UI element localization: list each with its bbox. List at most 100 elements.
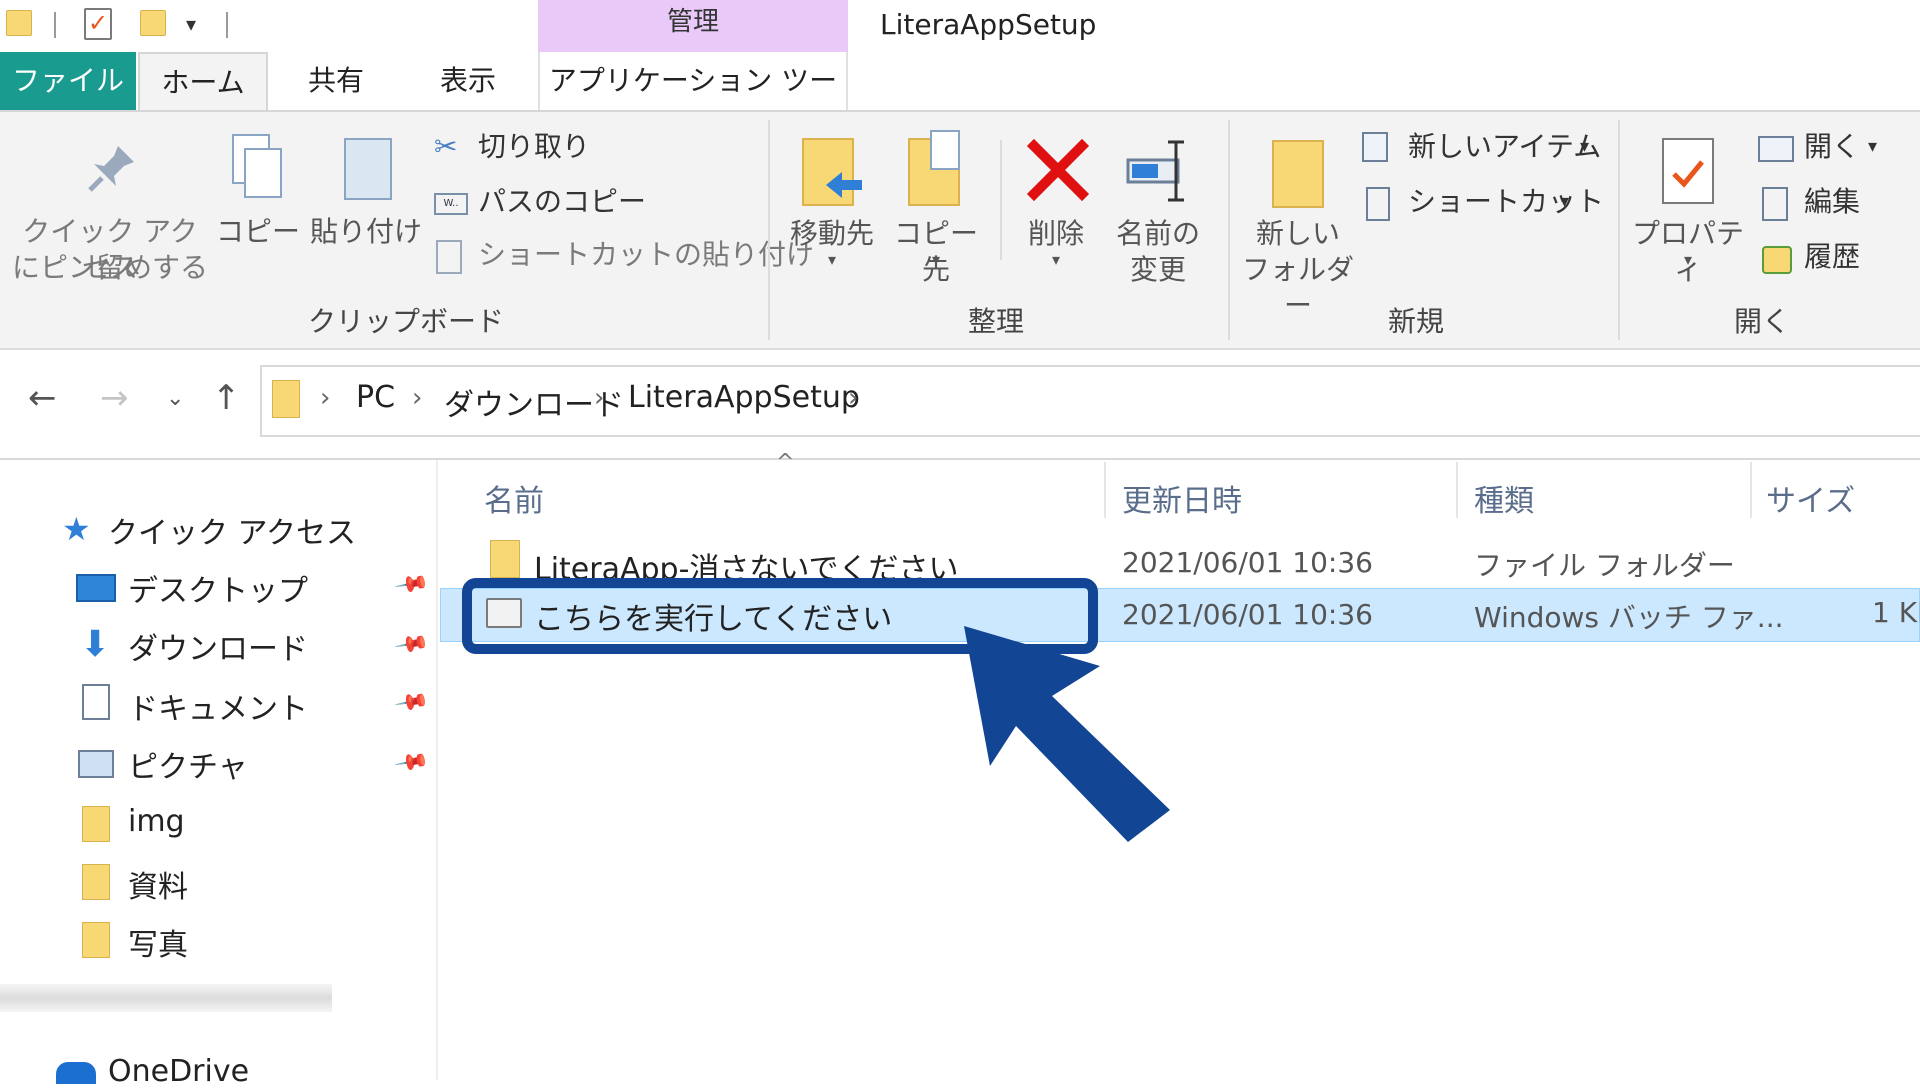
quick-toolbar-divider (226, 12, 228, 38)
tab-home[interactable]: ホーム (138, 52, 268, 110)
copy-path-button[interactable]: W.. パスのコピー (434, 185, 646, 225)
shortcut-dropdown-icon: ▾ (1560, 191, 1570, 212)
rename-icon (1126, 140, 1184, 202)
column-header-type[interactable]: 種類 (1474, 476, 1534, 520)
cut-button[interactable]: ✂ 切り取り (434, 130, 590, 170)
back-arrow-icon[interactable]: ← (28, 378, 57, 418)
history-label: 履歴 (1804, 240, 1861, 273)
edit-icon (1762, 187, 1788, 221)
rename-button[interactable]: 名前の 変更 (1110, 134, 1206, 286)
path-icon: W.. (434, 193, 468, 215)
recent-locations-chevron-icon[interactable]: ⌄ (166, 386, 184, 411)
delete-button[interactable]: 削除 ▾ (1016, 134, 1096, 269)
nav-item-shiryo[interactable]: 資料 (128, 862, 188, 906)
tab-share[interactable]: 共有 (278, 52, 394, 110)
group-divider (768, 120, 770, 340)
pin-label-line2: にピン留めする (11, 251, 208, 284)
copy-label: コピー (215, 215, 300, 248)
edit-label: 編集 (1804, 185, 1861, 218)
quick-toolbar-divider (54, 12, 56, 38)
cut-label: 切り取り (478, 130, 591, 163)
move-to-button[interactable]: 移動先 ▾ (784, 134, 880, 269)
copy-to-doc-icon (930, 130, 960, 170)
breadcrumb-chevron-icon[interactable]: › (412, 383, 422, 413)
column-header-size[interactable]: サイズ (1766, 476, 1855, 520)
nav-item-img[interactable]: img (128, 804, 185, 839)
nav-quick-access[interactable]: クイック アクセス (108, 508, 356, 552)
shortcut-button[interactable]: ショートカット ▾ (1360, 185, 1610, 225)
properties-check-icon[interactable]: ✓ (84, 8, 112, 40)
new-folder-quick-icon[interactable] (140, 10, 166, 36)
tab-view[interactable]: 表示 (410, 52, 526, 110)
open-icon (1758, 136, 1794, 162)
annotation-arrow-icon (964, 626, 1170, 842)
check-icon (1672, 160, 1704, 188)
context-tab-header: 管理 (538, 0, 848, 52)
arrow-left-icon (826, 172, 862, 198)
rename-label-line2: 変更 (1129, 253, 1186, 286)
column-divider[interactable] (1456, 462, 1458, 518)
sort-ascending-icon: ^ (776, 450, 795, 475)
column-divider[interactable] (1104, 462, 1106, 518)
shortcut-icon (1366, 187, 1390, 221)
paste-button[interactable]: 貼り付け (310, 134, 422, 254)
nav-pane-scrollbar[interactable] (0, 984, 332, 1012)
folder-icon (82, 806, 110, 842)
folder-icon (490, 540, 520, 578)
desktop-icon (76, 574, 116, 602)
new-folder-button[interactable]: 新しい フォルダー (1238, 134, 1358, 322)
nav-item-pictures[interactable]: ピクチャ (128, 742, 248, 786)
breadcrumb-chevron-icon[interactable]: › (848, 383, 858, 413)
folder-icon (6, 10, 32, 36)
copy-button[interactable]: コピー (216, 134, 300, 254)
edit-button[interactable]: 編集 (1756, 185, 1906, 225)
pin-icon (88, 146, 134, 192)
new-folder-icon (1272, 140, 1324, 208)
column-divider[interactable] (1750, 462, 1752, 518)
organize-group-label: 整理 (968, 305, 1025, 338)
tab-app-tools[interactable]: アプリケーション ツール (538, 52, 848, 155)
pin-to-quick-access-button[interactable]: クイック アクセス にピン留めする (10, 140, 210, 290)
download-arrow-icon: ⬇ (80, 624, 111, 665)
history-icon (1762, 246, 1792, 274)
copy-icon-back (244, 148, 282, 198)
copy-to-button[interactable]: コピー先 ▾ (886, 130, 986, 286)
copy-path-label: パスのコピー (478, 185, 647, 218)
nav-item-shashin[interactable]: 写真 (128, 920, 188, 964)
breadcrumb-chevron-icon[interactable]: › (594, 383, 604, 413)
history-button[interactable]: 履歴 (1756, 240, 1906, 280)
new-item-icon (1362, 132, 1388, 162)
group-divider (1228, 120, 1230, 340)
cloud-icon (56, 1062, 96, 1084)
up-arrow-icon[interactable]: ↑ (212, 378, 241, 418)
folder-icon (82, 922, 110, 958)
address-folder-icon (272, 380, 300, 418)
open-group-label: 開く (1734, 305, 1791, 338)
breadcrumb-literaappsetup[interactable]: LiteraAppSetup (628, 380, 860, 415)
folder-icon (82, 864, 110, 900)
forward-arrow-icon[interactable]: → (100, 378, 129, 418)
column-header-modified[interactable]: 更新日時 (1122, 476, 1242, 520)
new-group-label: 新規 (1388, 305, 1445, 338)
delete-x-icon (1026, 138, 1090, 202)
tab-file[interactable]: ファイル (0, 52, 136, 110)
nav-item-downloads[interactable]: ダウンロード (128, 624, 308, 668)
properties-button[interactable]: プロパティ ▾ (1630, 134, 1746, 286)
new-item-button[interactable]: 新しいアイテム ▾ (1360, 130, 1610, 170)
copy-to-dropdown-icon: ▾ (931, 250, 941, 269)
column-header-name[interactable]: 名前 (484, 476, 544, 520)
breadcrumb-pc[interactable]: PC (356, 380, 395, 415)
customize-toolbar-dropdown-icon[interactable]: ▾ (186, 12, 196, 36)
group-divider (1000, 140, 1002, 260)
nav-item-desktop[interactable]: デスクトップ (128, 566, 308, 610)
new-item-label: 新しいアイテム (1408, 130, 1602, 163)
paste-shortcut-button[interactable]: ショートカットの貼り付け (434, 238, 814, 278)
nav-item-documents[interactable]: ドキュメント (128, 684, 308, 728)
nav-onedrive[interactable]: OneDrive (108, 1054, 249, 1089)
open-label: 開く (1804, 130, 1861, 163)
new-folder-label-line1: 新しい (1255, 217, 1340, 250)
new-item-dropdown-icon: ▾ (1580, 136, 1590, 157)
file-type: Windows バッチ ファ... (1474, 601, 1784, 634)
breadcrumb-chevron-icon[interactable]: › (320, 383, 330, 413)
open-button[interactable]: 開く ▾ (1756, 130, 1906, 170)
